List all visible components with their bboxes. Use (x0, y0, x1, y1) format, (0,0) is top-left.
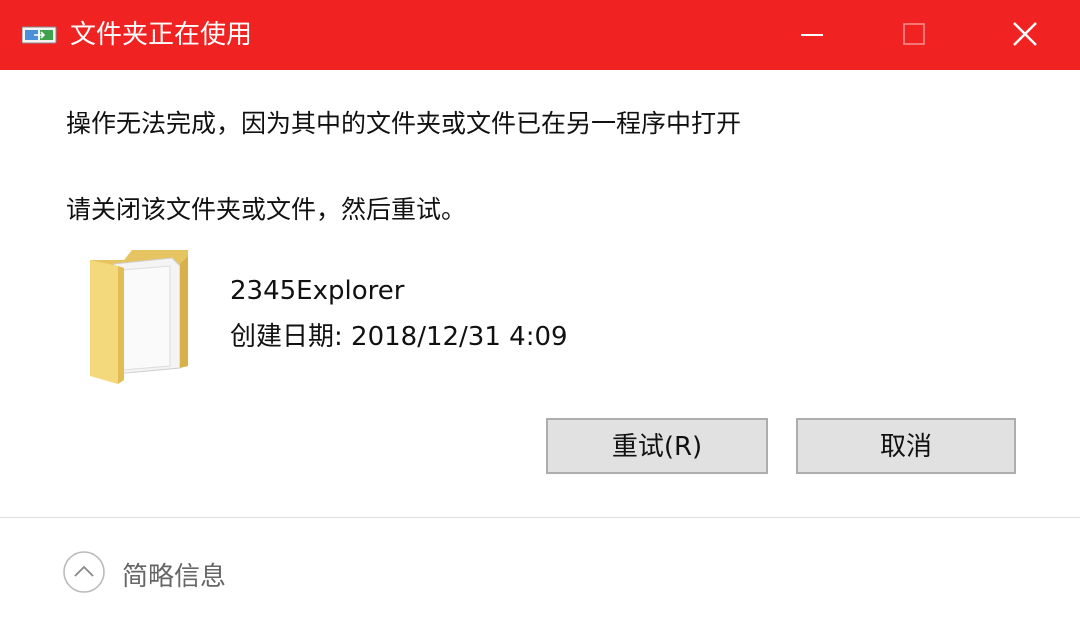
details-label: 简略信息 (122, 562, 227, 592)
maximize-button (872, 0, 956, 70)
file-date: 创建日期: 2018/12/31 4:09 (230, 316, 568, 353)
close-icon (1013, 22, 1037, 46)
file-transfer-icon (21, 23, 58, 47)
close-button[interactable] (984, 0, 1068, 70)
folder-icon (84, 246, 206, 386)
minimize-button[interactable] (771, 0, 855, 70)
file-in-use-dialog: 文件夹正在使用 操作无法完成，因为其中的文件夹或文件已在另一程序中打开 请关闭该… (0, 0, 1080, 622)
date-value: 2018/12/31 4:09 (351, 322, 568, 352)
minimize-icon (801, 34, 823, 36)
file-name: 2345Explorer (230, 276, 405, 306)
instruction-message: 请关闭该文件夹或文件，然后重试。 (66, 195, 467, 224)
cancel-button[interactable]: 取消 (796, 418, 1016, 474)
error-message: 操作无法完成，因为其中的文件夹或文件已在另一程序中打开 (66, 109, 742, 138)
dialog-footer: 简略信息 (0, 517, 1080, 622)
title-bar[interactable]: 文件夹正在使用 (0, 0, 1080, 70)
maximize-icon (903, 23, 925, 45)
date-label: 创建日期: (230, 322, 343, 352)
window-title: 文件夹正在使用 (70, 20, 253, 50)
chevron-up-icon (62, 550, 106, 594)
retry-button[interactable]: 重试(R) (546, 418, 768, 474)
